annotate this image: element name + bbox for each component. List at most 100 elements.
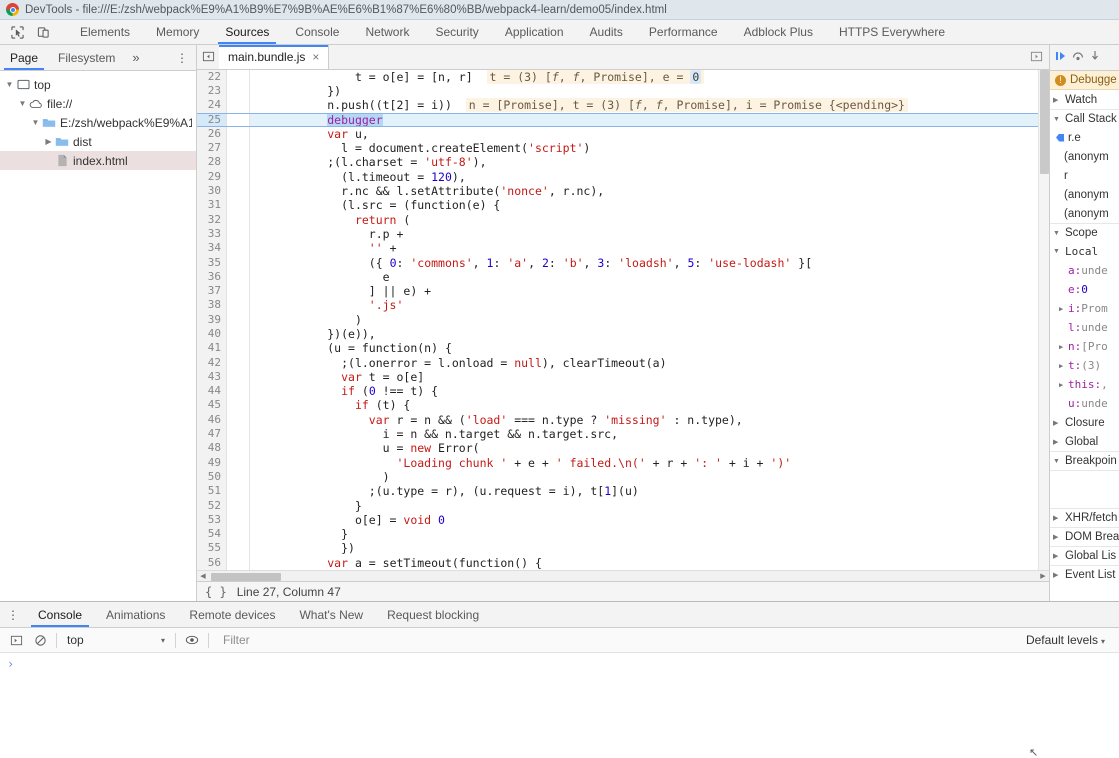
call-stack-frame[interactable]: r [1050,166,1119,185]
line-number[interactable]: 50 [197,469,227,485]
breakpoint-gutter[interactable] [227,484,250,499]
section-dom-breakpoints[interactable]: DOM Brea [1050,527,1119,546]
line-number[interactable]: 24 [197,98,227,113]
hscroll-thumb[interactable] [211,572,281,581]
breakpoint-gutter[interactable] [227,455,250,470]
code-line[interactable]: 37 ] || e) + [197,284,1049,299]
code-line[interactable]: 45 if (t) { [197,398,1049,413]
chevron-right-icon[interactable] [1059,343,1068,351]
line-number[interactable]: 29 [197,169,227,185]
navigator-tab-page[interactable]: Page [0,45,48,70]
line-number[interactable]: 38 [197,298,227,313]
line-number[interactable]: 37 [197,284,227,299]
step-into-icon[interactable] [1088,49,1102,66]
breakpoint-gutter[interactable] [227,155,250,170]
breakpoint-gutter[interactable] [227,241,250,256]
inspect-element-icon[interactable] [4,20,30,44]
section-scope[interactable]: Scope [1050,223,1119,242]
breakpoint-gutter[interactable] [227,341,250,356]
tab-adblock-plus[interactable]: Adblock Plus [731,20,826,44]
line-number[interactable]: 46 [197,412,227,428]
line-number[interactable]: 31 [197,198,227,213]
breakpoint-gutter[interactable] [227,69,250,84]
pretty-print-icon[interactable]: { } [205,585,227,599]
line-number[interactable]: 26 [197,126,227,142]
drawer-menu-icon[interactable]: ⋮ [0,602,26,627]
tab-network[interactable]: Network [352,20,422,44]
section-call-stack[interactable]: Call Stack [1050,109,1119,128]
console-log-levels-selector[interactable]: Default levels ▾ [1026,633,1115,647]
scope-global[interactable]: Global [1050,432,1119,451]
line-number[interactable]: 40 [197,326,227,342]
chevron-down-icon[interactable] [17,100,28,108]
call-stack-frame[interactable]: (anonym [1050,185,1119,204]
line-number[interactable]: 51 [197,484,227,499]
code-line[interactable]: 26 var u, [197,126,1049,142]
breakpoint-gutter[interactable] [227,141,250,156]
chevron-down-icon[interactable] [30,119,41,127]
drawer-tab-remote-devices[interactable]: Remote devices [177,602,287,627]
line-number[interactable]: 53 [197,512,227,528]
tree-node-top[interactable]: top [0,75,196,94]
code-line[interactable]: 51 ;(u.type = r), (u.request = i), t[1](… [197,484,1049,499]
section-global-listeners[interactable]: Global Lis [1050,546,1119,565]
editor-tab-main-bundle[interactable]: main.bundle.js × [219,45,330,69]
code-line[interactable]: 46 var r = n && ('load' === n.type ? 'mi… [197,412,1049,428]
line-number[interactable]: 48 [197,441,227,456]
code-line[interactable]: 38 '.js' [197,298,1049,313]
code-line[interactable]: 28 ;(l.charset = 'utf-8'), [197,155,1049,170]
code-line[interactable]: 22 t = o[e] = [n, r] t = (3) [f, f, Prom… [197,69,1049,84]
console-filter-input[interactable]: Filter [213,633,1026,647]
scope-variable[interactable]: n: [Pro [1050,337,1119,356]
breakpoint-gutter[interactable] [227,398,250,413]
section-watch[interactable]: Watch [1050,90,1119,109]
scope-variable[interactable]: e: 0 [1050,280,1119,299]
console-sidebar-icon[interactable] [4,628,28,652]
scope-closure[interactable]: Closure [1050,413,1119,432]
breakpoint-gutter[interactable] [227,298,250,313]
code-line[interactable]: 54 } [197,527,1049,542]
breakpoint-gutter[interactable] [227,369,250,385]
code-line[interactable]: 34 '' + [197,241,1049,256]
tab-sources[interactable]: Sources [212,20,282,44]
breakpoint-gutter[interactable] [227,169,250,185]
breakpoint-gutter[interactable] [227,312,250,327]
code-line[interactable]: 35 ({ 0: 'commons', 1: 'a', 2: 'b', 3: '… [197,255,1049,270]
chevron-right-icon[interactable] [43,138,54,146]
breakpoint-gutter[interactable] [227,212,250,227]
breakpoint-gutter[interactable] [227,498,250,513]
tab-application[interactable]: Application [492,20,577,44]
console-context-selector[interactable]: top ▾ [61,633,171,647]
breakpoint-gutter[interactable] [227,112,250,127]
step-over-icon[interactable] [1071,49,1085,66]
scope-local-header[interactable]: Local [1050,242,1119,261]
chevron-right-icon[interactable] [1059,305,1068,313]
breakpoint-gutter[interactable] [227,269,250,285]
code-line[interactable]: 44 if (0 !== t) { [197,384,1049,399]
breakpoint-gutter[interactable] [227,83,250,99]
code-line[interactable]: 50 ) [197,469,1049,485]
code-line[interactable]: 39 ) [197,312,1049,327]
breakpoint-gutter[interactable] [227,126,250,142]
line-number[interactable]: 25 [197,112,227,127]
line-number[interactable]: 43 [197,369,227,385]
scope-variable[interactable]: a: unde [1050,261,1119,280]
line-number[interactable]: 54 [197,527,227,542]
code-line[interactable]: 41 (u = function(n) { [197,341,1049,356]
code-line[interactable]: 40 })(e)), [197,326,1049,342]
tab-audits[interactable]: Audits [577,20,636,44]
code-line[interactable]: 48 u = new Error( [197,441,1049,456]
breakpoint-gutter[interactable] [227,226,250,242]
code-line[interactable]: 29 (l.timeout = 120), [197,169,1049,185]
tab-console[interactable]: Console [282,20,352,44]
scope-variable[interactable]: t: (3) [1050,356,1119,375]
code-line[interactable]: 33 r.p + [197,226,1049,242]
tree-node-e-zsh-webpack-e9-a1-b[interactable]: E:/zsh/webpack%E9%A1%B [0,113,196,132]
breakpoint-gutter[interactable] [227,427,250,442]
clear-console-icon[interactable] [28,628,52,652]
breakpoint-gutter[interactable] [227,512,250,528]
breakpoint-gutter[interactable] [227,184,250,199]
code-editor[interactable]: 22 t = o[e] = [n, r] t = (3) [f, f, Prom… [197,69,1049,570]
scope-variable[interactable]: i: Prom [1050,299,1119,318]
editor-vertical-scrollbar[interactable] [1038,69,1049,570]
